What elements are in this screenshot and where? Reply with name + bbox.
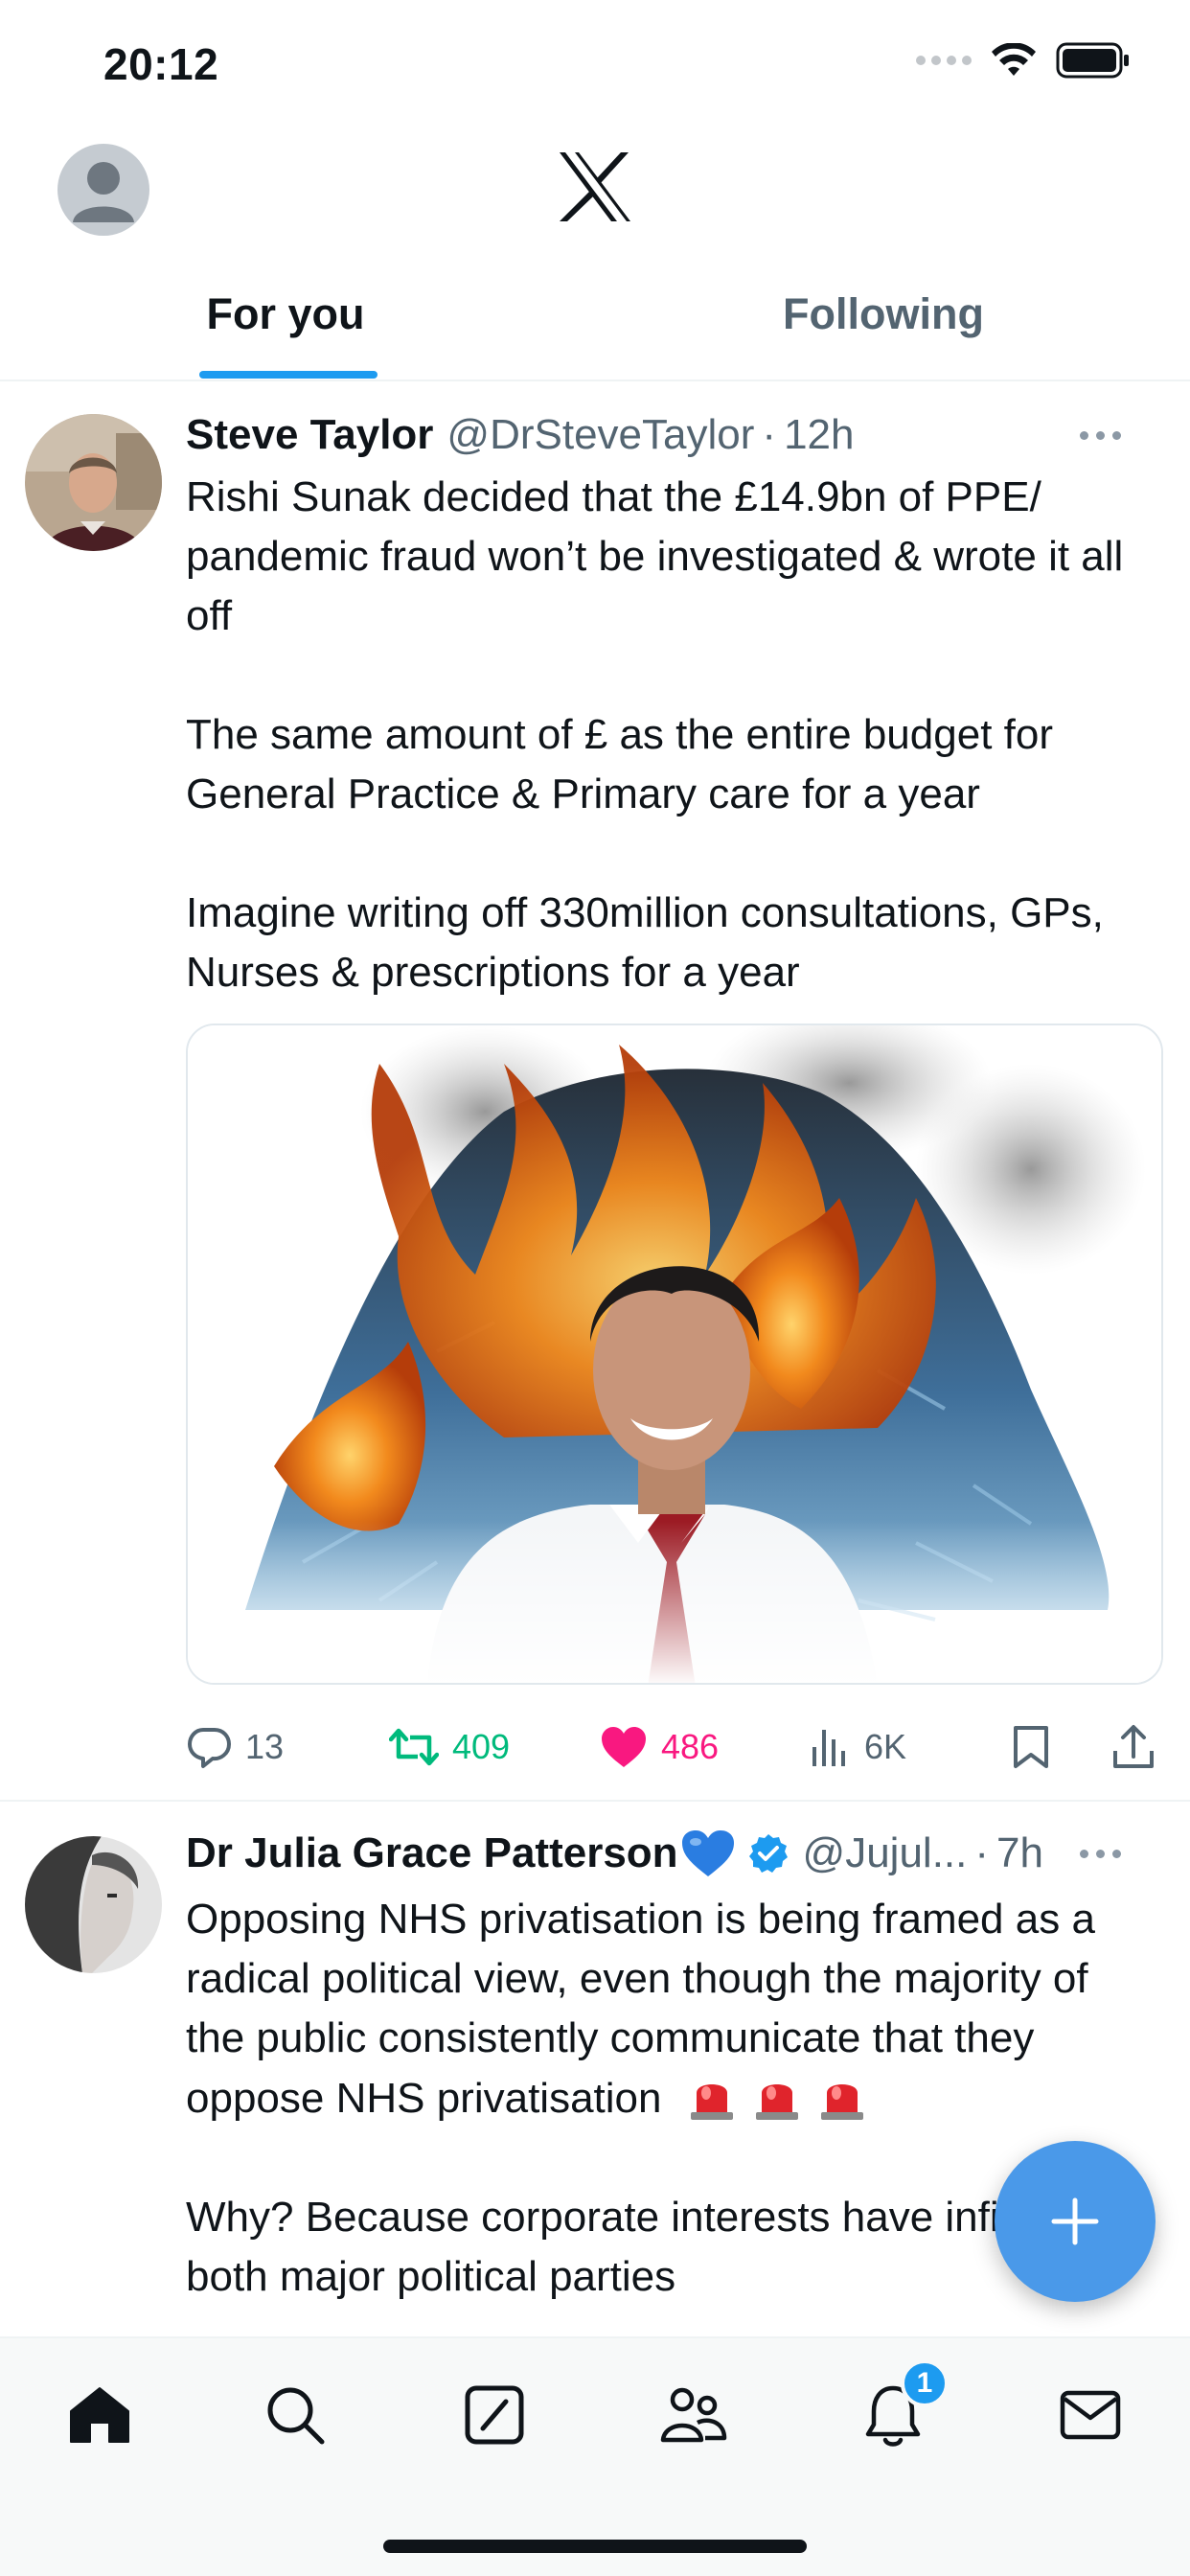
bottom-navigation: 1: [0, 2336, 1190, 2576]
default-avatar-icon: [73, 162, 134, 222]
notifications-badge: 1: [901, 2359, 949, 2407]
tweet-actions: 13 409 486 6K: [186, 1704, 1167, 1790]
more-options-icon[interactable]: [1071, 1834, 1129, 1873]
tab-for-you[interactable]: For you: [115, 254, 456, 375]
header: For you Following: [0, 129, 1190, 379]
grok-icon: [465, 2385, 524, 2445]
author-name[interactable]: Steve Taylor: [186, 411, 433, 459]
author-avatar[interactable]: [25, 1836, 162, 1973]
active-tab-indicator: [199, 371, 378, 379]
tweet-media-image[interactable]: [186, 1024, 1163, 1685]
mail-icon: [1060, 2390, 1121, 2440]
bookmark-icon: [1014, 1726, 1048, 1768]
tweet-text: Rishi Sunak decided that the £14.9bn of …: [186, 468, 1154, 1002]
separator: ·: [762, 411, 777, 458]
home-indicator[interactable]: [383, 2540, 807, 2553]
burning-ppe-pile-illustration: [188, 1025, 1161, 1683]
compose-post-button[interactable]: [995, 2141, 1156, 2302]
retweet-button[interactable]: 409: [389, 1704, 510, 1790]
tweet-paragraph: The same amount of £ as the entire budge…: [186, 711, 1053, 817]
blue-heart-emoji-icon: [681, 1830, 734, 1876]
bookmark-button[interactable]: [1012, 1704, 1050, 1790]
tweet-header: Steve Taylor @DrSteveTaylor · 12h: [186, 406, 1156, 464]
reply-icon: [188, 1728, 231, 1768]
siren-emoji-icon: [755, 2084, 798, 2120]
status-icons: [916, 42, 1131, 79]
tweet-paragraph: Rishi Sunak decided that the £14.9bn of …: [186, 473, 1124, 639]
nav-messages[interactable]: [1052, 2377, 1129, 2453]
author-name[interactable]: Dr Julia Grace Patterson: [186, 1829, 678, 1877]
verified-badge-icon: [748, 1834, 788, 1873]
share-button[interactable]: [1111, 1704, 1156, 1790]
more-options-icon[interactable]: [1071, 416, 1129, 454]
tab-following[interactable]: Following: [713, 254, 1054, 375]
status-bar: 20:12: [0, 0, 1190, 129]
retweet-count: 409: [452, 1727, 511, 1766]
tweet-paragraph: Imagine writing off 330million consultat…: [186, 889, 1104, 996]
like-count: 486: [661, 1727, 720, 1766]
battery-icon: [1056, 42, 1129, 79]
cellular-signal-icon: [916, 56, 972, 65]
nav-communities[interactable]: [655, 2377, 732, 2453]
profile-avatar-button[interactable]: [57, 144, 149, 236]
tweet-time[interactable]: 12h: [784, 411, 854, 459]
siren-emoji-icon: [690, 2084, 733, 2120]
author-handle[interactable]: @Jujul...: [803, 1829, 968, 1877]
wifi-icon: [992, 43, 1036, 76]
tweet-paragraph-text: Opposing NHS privatisation is being fram…: [186, 1896, 1095, 2122]
nav-home[interactable]: [61, 2377, 138, 2453]
tweet-paragraph: Opposing NHS privatisation is being fram…: [186, 1890, 1154, 2128]
tweet[interactable]: Steve Taylor @DrSteveTaylor · 12h Rishi …: [0, 381, 1190, 1800]
nav-search[interactable]: [257, 2377, 333, 2453]
views-button[interactable]: 6K: [809, 1704, 906, 1790]
reply-count: 13: [245, 1727, 285, 1766]
communities-icon: [660, 2387, 727, 2443]
separator: ·: [974, 1829, 990, 1876]
timeline-tabs: For you Following: [0, 254, 1190, 379]
tweet-time[interactable]: 7h: [996, 1829, 1043, 1877]
author-handle[interactable]: @DrSteveTaylor: [446, 411, 754, 459]
status-time: 20:12: [103, 39, 219, 89]
tweet-header: Dr Julia Grace Patterson @Jujul... · 7h: [186, 1825, 1156, 1882]
siren-emoji-icon: [820, 2084, 863, 2120]
reply-button[interactable]: 13: [186, 1704, 284, 1790]
heart-icon: [602, 1727, 646, 1767]
x-logo-icon[interactable]: [558, 150, 632, 223]
author-avatar[interactable]: [25, 414, 162, 551]
plus-icon: [1051, 2197, 1099, 2245]
retweet-icon: [389, 1728, 439, 1766]
like-button[interactable]: 486: [600, 1704, 719, 1790]
nav-grok[interactable]: [456, 2377, 533, 2453]
home-icon: [70, 2387, 129, 2443]
views-count: 6K: [864, 1727, 907, 1766]
share-icon: [1113, 1725, 1154, 1768]
search-icon: [267, 2387, 325, 2445]
author-avatar-image: [25, 1836, 162, 1973]
author-avatar-image: [25, 414, 162, 551]
views-icon: [812, 1730, 845, 1766]
